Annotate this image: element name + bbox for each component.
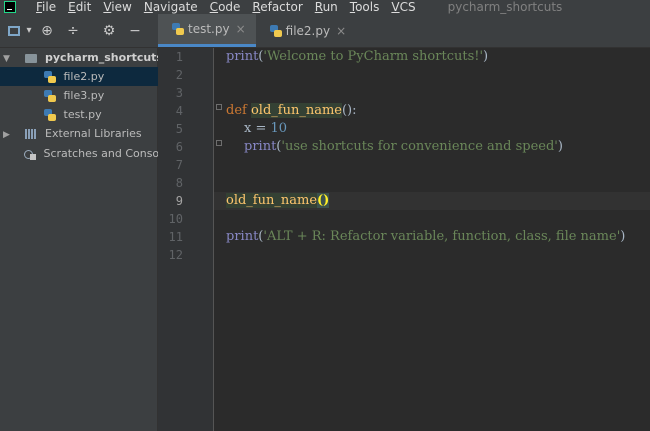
tree-root-folder[interactable]: ▼ pycharm_shortcuts <box>0 48 158 67</box>
code-line-4[interactable]: def old_fun_name(): <box>226 102 357 120</box>
tree-item-label: Scratches and Conso <box>43 147 159 160</box>
library-icon <box>24 129 37 139</box>
line-number: 5 <box>175 122 183 136</box>
python-file-icon <box>44 109 56 121</box>
locate-target-icon[interactable]: ⊕ <box>34 23 60 39</box>
code-line-1[interactable]: print('Welcome to PyCharm shortcuts!') <box>226 48 488 66</box>
tree-external-libraries[interactable]: ▶ External Libraries <box>0 124 158 143</box>
settings-gear-icon[interactable]: ⚙ <box>96 23 122 39</box>
menu-vcs[interactable]: VCS <box>391 0 415 14</box>
python-file-icon <box>172 23 184 35</box>
tree-item-test[interactable]: test.py <box>0 105 158 124</box>
menu-refactor[interactable]: Refactor <box>252 0 302 14</box>
window-title: pycharm_shortcuts <box>447 0 563 14</box>
menu-navigate[interactable]: Navigate <box>144 0 198 14</box>
collapse-all-icon[interactable]: ÷ <box>60 23 86 39</box>
close-icon[interactable]: × <box>336 24 346 38</box>
expand-arrow-icon[interactable]: ▼ <box>3 50 13 67</box>
close-icon[interactable]: × <box>236 22 246 36</box>
tab-label: test.py <box>188 22 230 36</box>
line-number: 10 <box>168 212 183 226</box>
python-file-icon <box>44 71 56 83</box>
editor-tabs: test.py × file2.py × <box>158 14 650 48</box>
tree-item-label: External Libraries <box>45 127 142 140</box>
menu-bar: File Edit View Navigate Code Refactor Ru… <box>0 0 650 14</box>
project-toolbar: ▾ ⊕ ÷ ⚙ − <box>0 14 158 48</box>
line-number-gutter: 1 2 3 4 5 6 7 8 9 10 11 12 <box>158 48 214 431</box>
view-dropdown-icon[interactable]: ▾ <box>24 25 34 36</box>
tab-test-py[interactable]: test.py × <box>158 14 256 47</box>
line-number: 2 <box>175 68 183 82</box>
code-line-5[interactable]: x = 10 <box>244 120 287 138</box>
tree-scratches[interactable]: Scratches and Conso <box>0 144 158 163</box>
line-number: 12 <box>168 248 183 262</box>
menu-tools[interactable]: Tools <box>350 0 380 14</box>
hide-panel-icon[interactable]: − <box>122 23 148 39</box>
code-line-9[interactable]: old_fun_name() <box>226 192 330 210</box>
line-number: 11 <box>168 230 183 244</box>
tab-label: file2.py <box>285 23 331 38</box>
tree-item-label: pycharm_shortcuts <box>45 51 158 64</box>
tree-item-file3[interactable]: file3.py <box>0 86 158 105</box>
menu-code[interactable]: Code <box>210 0 241 14</box>
line-number-current: 9 <box>175 194 183 208</box>
python-file-icon <box>44 90 56 102</box>
collapse-arrow-icon[interactable]: ▶ <box>3 126 13 143</box>
menu-run[interactable]: Run <box>315 0 338 14</box>
scratch-icon <box>24 149 36 160</box>
project-view-icon[interactable] <box>8 25 20 36</box>
folder-icon <box>24 53 37 63</box>
line-number: 4 <box>175 104 183 118</box>
line-number: 3 <box>175 86 183 100</box>
tab-file2-py[interactable]: file2.py × <box>256 14 357 47</box>
menu-file[interactable]: File <box>36 0 56 14</box>
line-number: 7 <box>175 158 183 172</box>
menu-view[interactable]: View <box>103 0 131 14</box>
function-call-name: old_fun_name <box>226 193 318 208</box>
pycharm-logo-icon <box>4 1 16 13</box>
menu-edit[interactable]: Edit <box>68 0 91 14</box>
line-number: 6 <box>175 140 183 154</box>
tree-item-label: file3.py <box>63 89 105 102</box>
project-tree: ▼ pycharm_shortcuts file2.py file3.py te… <box>0 48 158 431</box>
line-number: 1 <box>175 50 183 64</box>
tree-item-file2[interactable]: file2.py <box>0 67 158 86</box>
code-editor[interactable]: print('Welcome to PyCharm shortcuts!') d… <box>214 48 650 431</box>
code-line-11[interactable]: print('ALT + R: Refactor variable, funct… <box>226 228 625 246</box>
line-number: 8 <box>175 176 183 190</box>
code-line-6[interactable]: print('use shortcuts for convenience and… <box>244 138 563 156</box>
function-definition-name: old_fun_name <box>250 103 342 118</box>
python-file-icon <box>269 24 282 37</box>
tree-item-label: file2.py <box>63 70 105 83</box>
tree-item-label: test.py <box>63 108 102 121</box>
